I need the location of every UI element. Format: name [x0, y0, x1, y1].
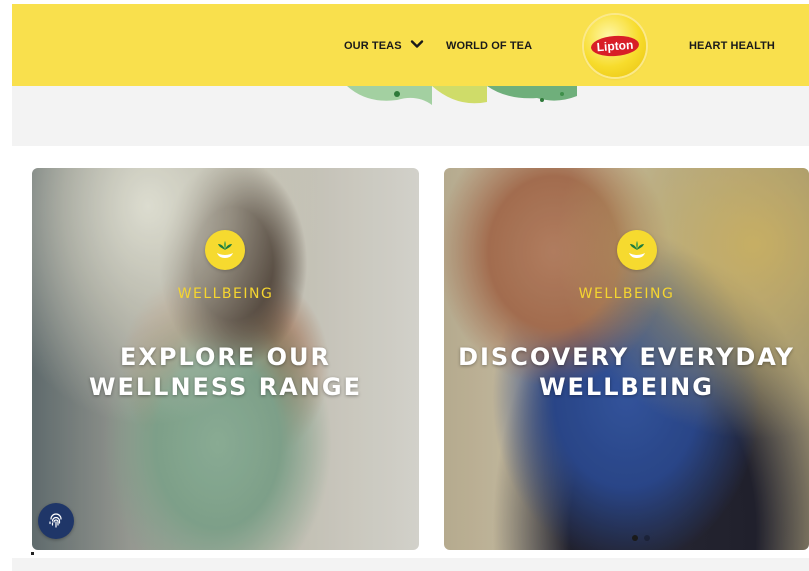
card-title-line: WELLBEING — [539, 373, 714, 401]
leaf-hand-icon — [617, 230, 657, 270]
card-category: WELLBEING — [177, 286, 274, 302]
leaf-hand-icon — [205, 230, 245, 270]
hero-image-fragment — [347, 86, 577, 105]
card-category: WELLBEING — [578, 286, 675, 302]
hero-banner — [12, 86, 809, 146]
lipton-logo[interactable]: Lipton — [584, 15, 646, 77]
nav-heart-health[interactable]: HEART HEALTH — [689, 40, 775, 52]
card-wellness-range[interactable]: WELLBEING EXPLORE OUR WELLNESS RANGE — [32, 168, 419, 550]
site-header: OUR TEAS WORLD OF TEA Lipton HEART HEALT… — [12, 4, 809, 86]
nav-world-of-tea[interactable]: WORLD OF TEA — [446, 40, 532, 52]
focus-marker — [31, 552, 34, 555]
carousel-dot[interactable] — [644, 535, 650, 541]
card-title-line: EXPLORE OUR — [120, 343, 331, 371]
chevron-down-icon[interactable] — [410, 37, 424, 51]
carousel-dot-active[interactable] — [632, 535, 638, 541]
page-footer-band — [12, 558, 809, 571]
card-title: EXPLORE OUR WELLNESS RANGE — [32, 342, 419, 402]
card-title: DISCOVERY EVERYDAY WELLBEING — [444, 342, 809, 402]
card-title-line: DISCOVERY EVERYDAY — [458, 343, 795, 371]
card-title-line: WELLNESS RANGE — [88, 373, 362, 401]
fingerprint-icon[interactable] — [38, 503, 74, 539]
nav-our-teas[interactable]: OUR TEAS — [344, 40, 402, 52]
card-everyday-wellbeing[interactable]: WELLBEING DISCOVERY EVERYDAY WELLBEING — [444, 168, 809, 550]
logo-badge: Lipton — [590, 34, 640, 58]
